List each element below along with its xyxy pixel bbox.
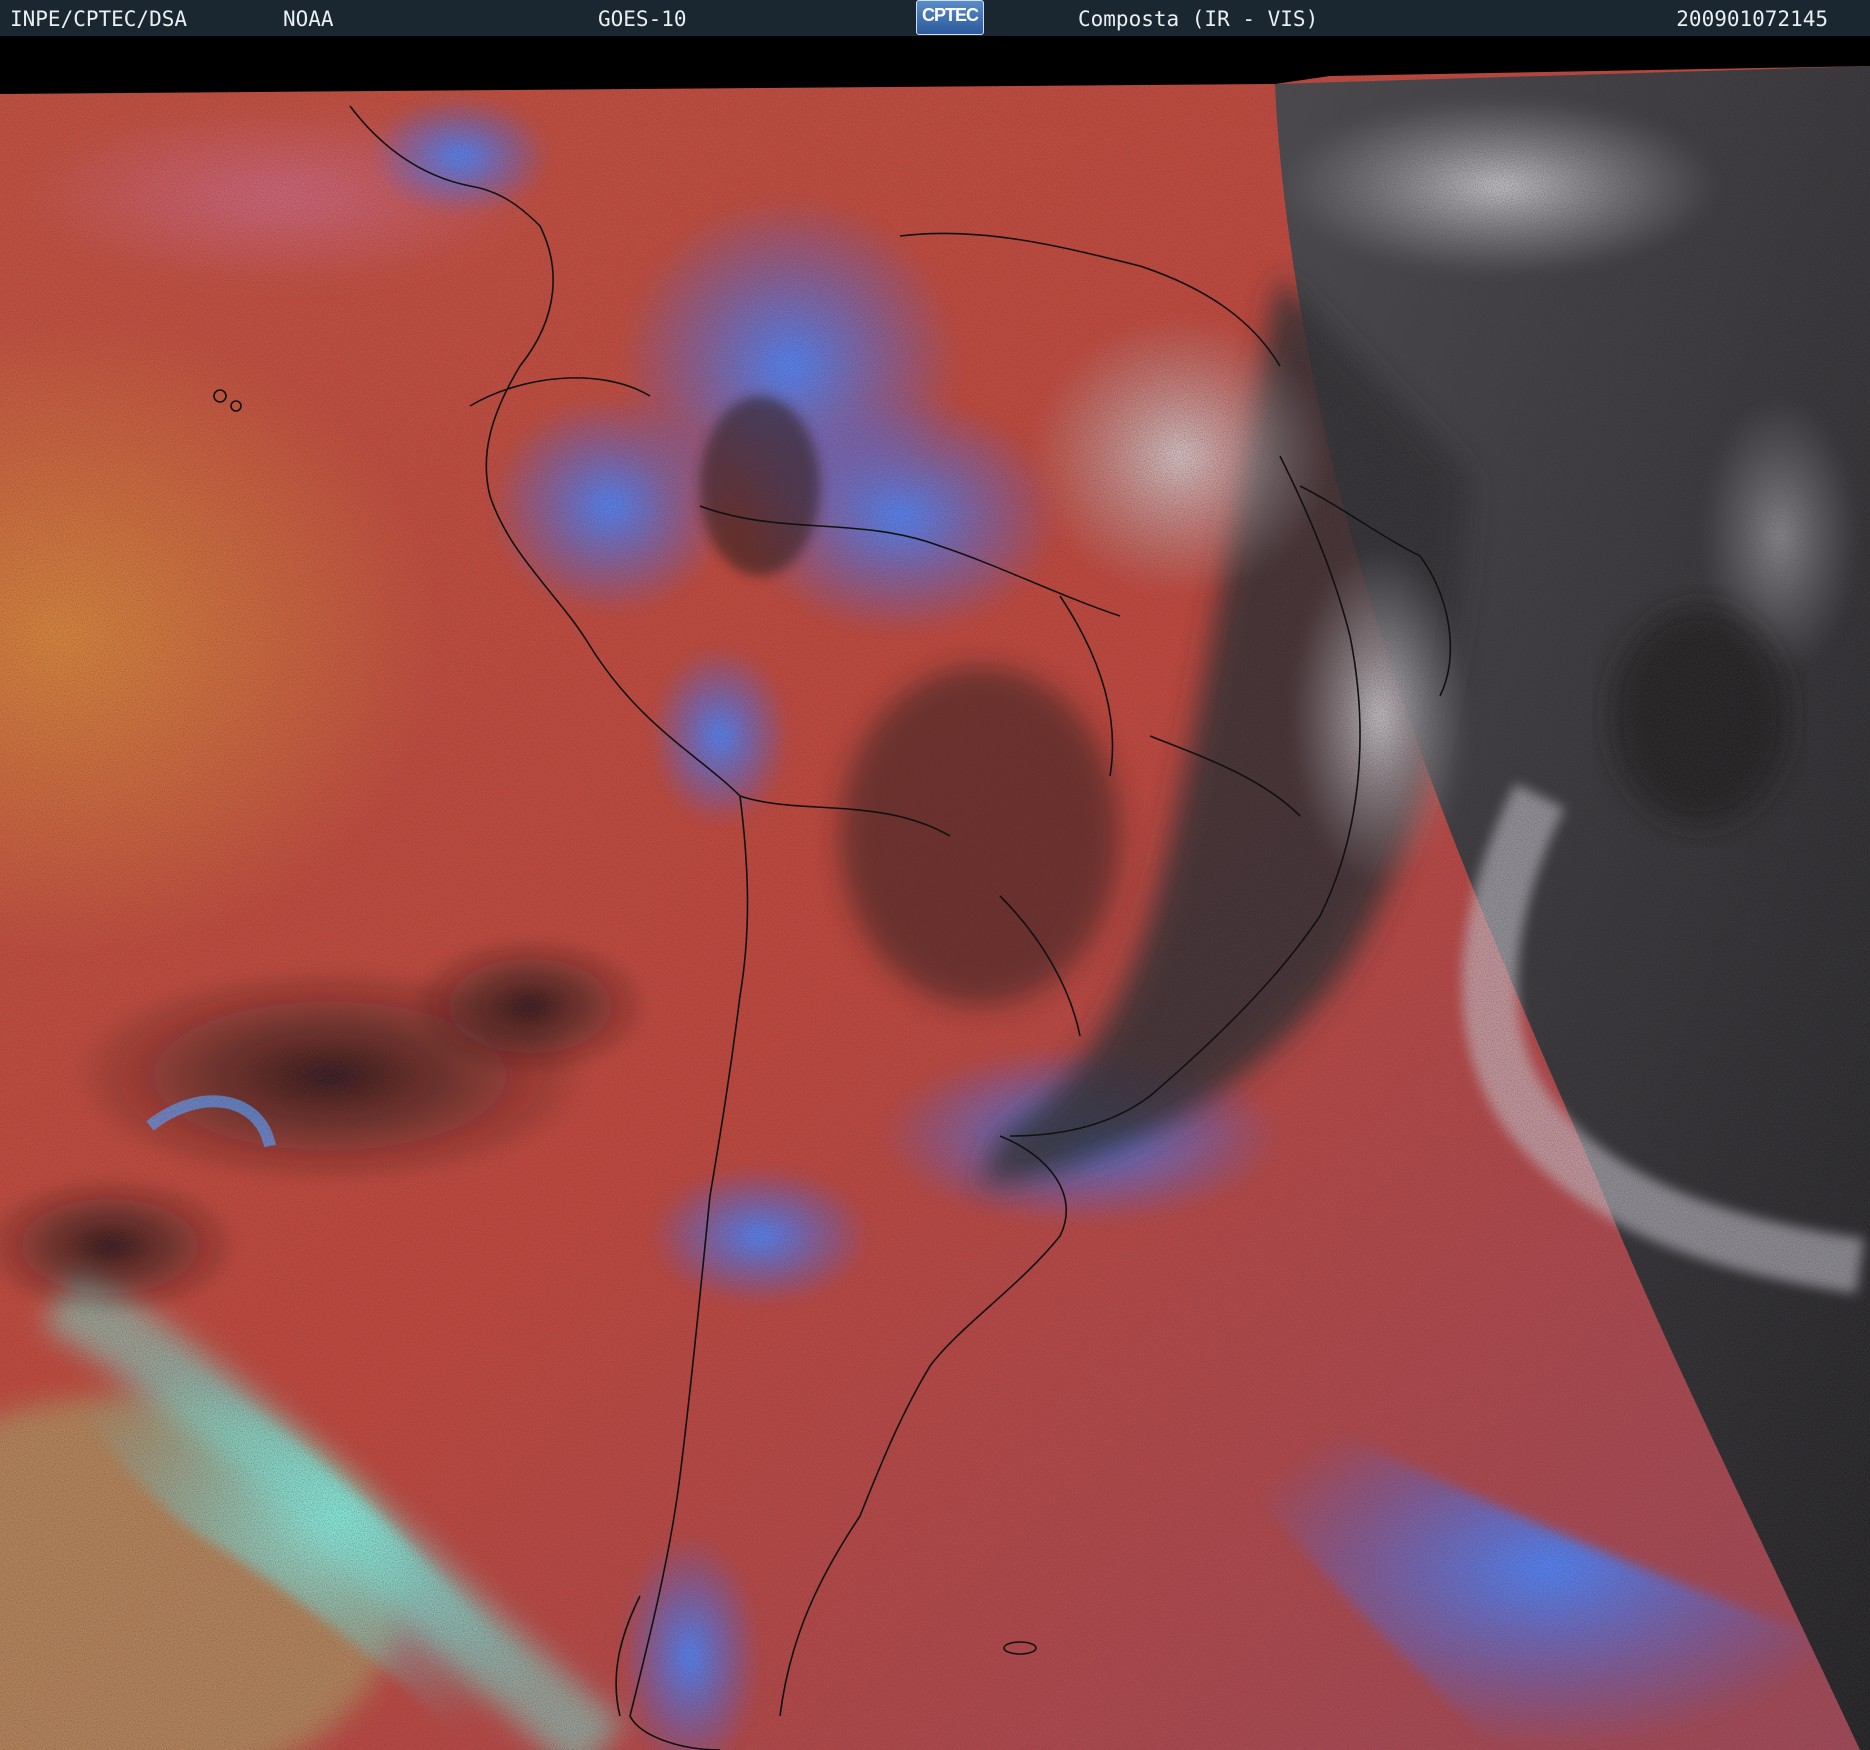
cptec-logo: CPTEC <box>916 0 984 35</box>
imaged-area <box>0 66 1870 1750</box>
logo-text: CPTEC <box>921 5 979 25</box>
agency-label: INPE/CPTEC/DSA <box>10 7 188 31</box>
satellite-label: GOES-10 <box>598 7 687 31</box>
image-header-bar: INPE/CPTEC/DSA NOAA GOES-10 CPTEC Compos… <box>0 0 1870 36</box>
product-label: Composta (IR - VIS) <box>1078 7 1319 31</box>
satellite-scene-svg <box>0 36 1870 1750</box>
source-label: NOAA <box>283 7 334 31</box>
satellite-composite-image <box>0 36 1870 1750</box>
timestamp-label: 200901072145 <box>1676 7 1828 31</box>
speckle-texture <box>0 66 1870 1750</box>
